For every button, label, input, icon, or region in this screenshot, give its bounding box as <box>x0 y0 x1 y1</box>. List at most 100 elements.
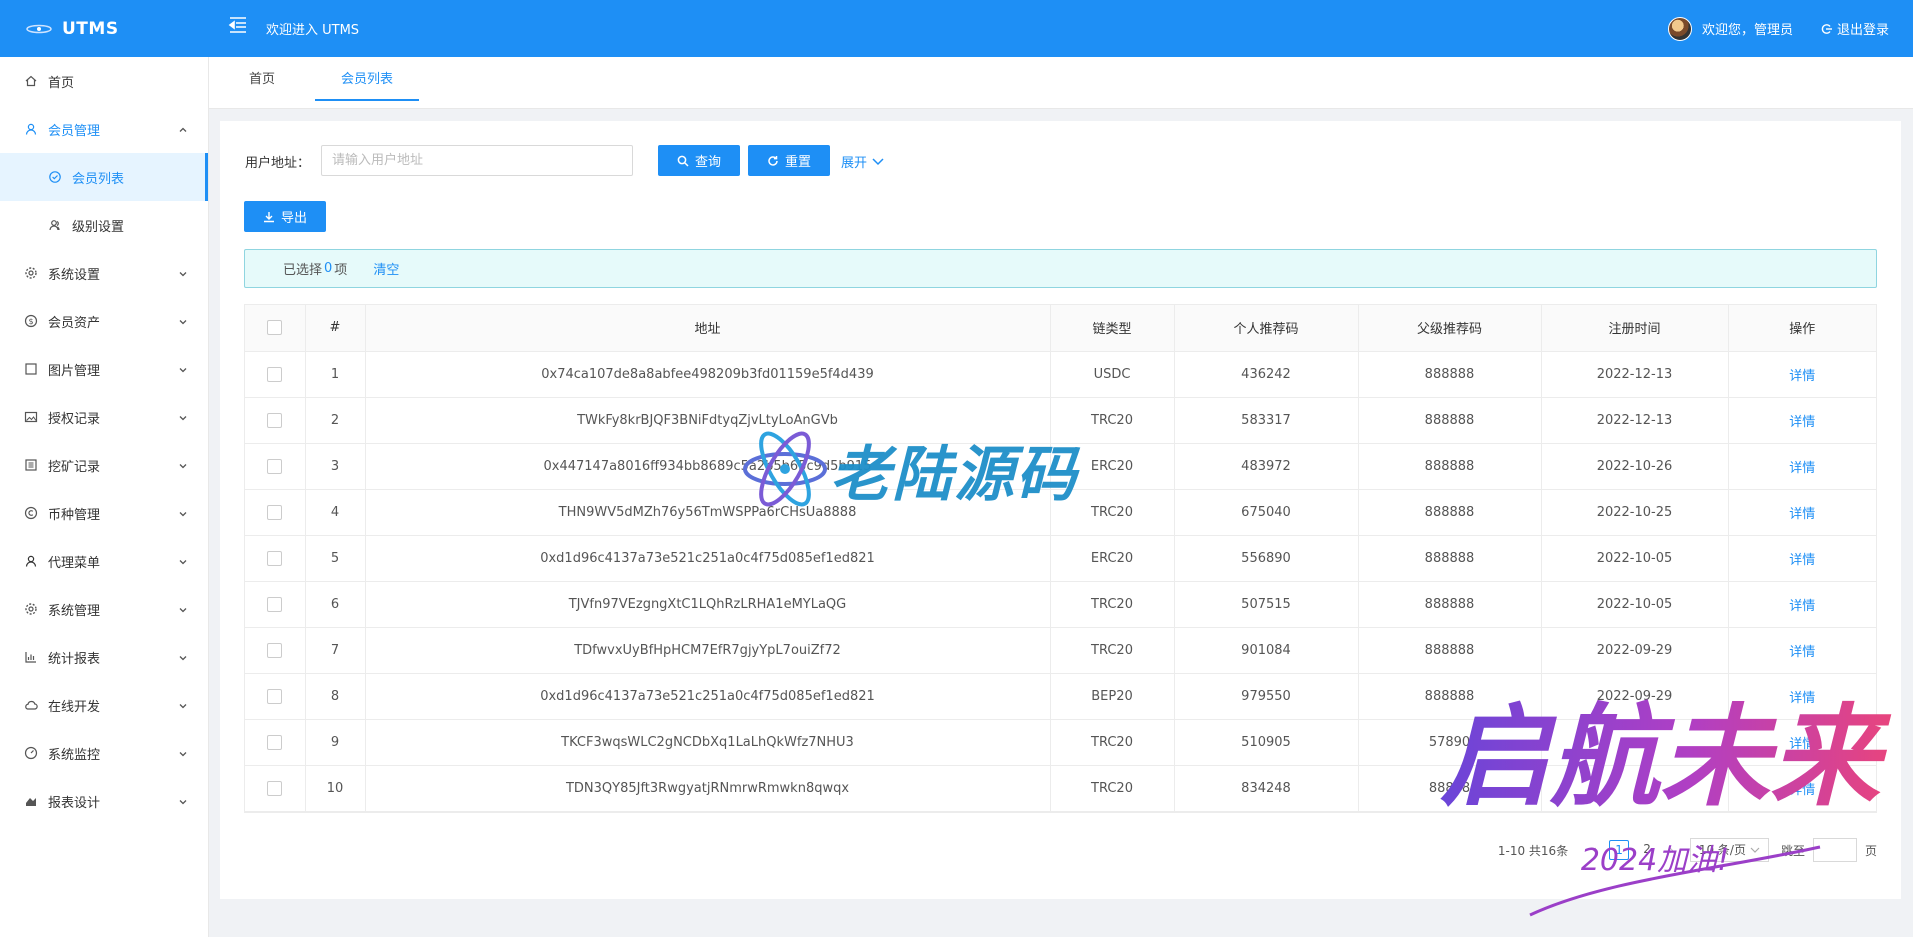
row-checkbox[interactable] <box>267 734 283 750</box>
detail-link[interactable]: 详情 <box>1789 507 1815 522</box>
col-header-date: 注册时间 <box>1541 305 1729 352</box>
image-icon <box>24 410 38 424</box>
row-checkbox-cell <box>245 765 306 812</box>
sidebar-item-label: 在线开发 <box>48 699 101 715</box>
row-parent-code: 888888 <box>1358 443 1542 490</box>
row-personal-code: 483972 <box>1174 443 1359 490</box>
header-user-area: 欢迎您，管理员 退出登录 <box>1667 0 1889 57</box>
greeting-text[interactable]: 欢迎您，管理员 <box>1702 19 1793 38</box>
row-checkbox[interactable] <box>267 596 283 612</box>
bar-chart-icon <box>24 650 38 664</box>
sidebar-item-6[interactable]: 图片管理 <box>0 345 208 393</box>
row-checkbox[interactable] <box>267 780 283 796</box>
query-button[interactable]: 查询 <box>658 145 740 176</box>
row-chain-type: TRC20 <box>1050 765 1175 812</box>
detail-link[interactable]: 详情 <box>1789 645 1815 660</box>
sidebar-item-label: 系统设置 <box>48 267 101 283</box>
sidebar-item-15[interactable]: 报表设计 <box>0 777 208 825</box>
col-header-address: 地址 <box>365 305 1051 352</box>
dashboard-icon <box>24 746 38 760</box>
row-action: 详情 <box>1728 489 1876 536</box>
expand-label: 展开 <box>841 156 868 171</box>
row-chain-type: USDC <box>1050 351 1175 398</box>
sidebar: 首页会员管理会员列表级别设置系统设置 $ 会员资产图片管理 授权记录挖矿记录币种管理代… <box>0 57 209 937</box>
tab-member-list[interactable]: 会员列表 <box>315 57 419 101</box>
row-index: 4 <box>305 489 366 536</box>
sidebar-item-1[interactable]: 会员管理 <box>0 105 208 153</box>
dollar-icon: $ <box>24 314 38 328</box>
logo[interactable]: UTMS <box>0 0 209 57</box>
avatar[interactable] <box>1667 16 1692 41</box>
top-header: UTMS 欢迎进入 UTMS 欢迎您，管理员 退出登录 <box>0 0 1913 57</box>
chevron-down-icon <box>178 700 188 710</box>
chevron-up-icon <box>178 124 188 134</box>
sidebar-item-11[interactable]: 系统管理 <box>0 585 208 633</box>
logo-text: UTMS <box>62 18 119 39</box>
sidebar-item-8[interactable]: 挖矿记录 <box>0 441 208 489</box>
logout-label: 退出登录 <box>1836 23 1889 38</box>
sidebar-item-label: 会员列表 <box>72 171 125 187</box>
tab-home[interactable]: 首页 <box>239 57 285 109</box>
detail-link[interactable]: 详情 <box>1789 553 1815 568</box>
sidebar-item-0[interactable]: 首页 <box>0 57 208 105</box>
gear-icon <box>24 602 38 616</box>
row-checkbox[interactable] <box>267 412 283 428</box>
cloud-icon <box>24 698 38 712</box>
square-icon <box>24 362 38 376</box>
row-checkbox-cell <box>245 719 306 766</box>
clear-selection-link[interactable]: 清空 <box>373 259 399 278</box>
sidebar-item-label: 挖矿记录 <box>48 459 101 475</box>
address-search-input[interactable] <box>321 145 633 176</box>
row-checkbox[interactable] <box>267 642 283 658</box>
sidebar-item-label: 统计报表 <box>48 651 101 667</box>
row-address: TDfwvxUyBfHpHCM7EfR7gjyYpL7ouiZf72 <box>365 627 1051 674</box>
export-button[interactable]: 导出 <box>244 201 326 232</box>
row-parent-code: 888888 <box>1358 581 1542 628</box>
sidebar-item-13[interactable]: 在线开发 <box>0 681 208 729</box>
sidebar-item-10[interactable]: 代理菜单 <box>0 537 208 585</box>
detail-link[interactable]: 详情 <box>1789 415 1815 430</box>
sidebar-item-9[interactable]: 币种管理 <box>0 489 208 537</box>
selection-prefix: 已选择 <box>283 263 323 278</box>
reset-button[interactable]: 重置 <box>748 145 830 176</box>
row-checkbox[interactable] <box>267 458 283 474</box>
watermark-corner: 启航未来 2024加油! <box>1440 692 1892 917</box>
sidebar-item-7[interactable]: 授权记录 <box>0 393 208 441</box>
detail-link[interactable]: 详情 <box>1789 369 1815 384</box>
detail-link[interactable]: 详情 <box>1789 461 1815 476</box>
row-register-date: 2022-10-05 <box>1541 535 1729 582</box>
logout-button[interactable]: 退出登录 <box>1821 19 1889 38</box>
sidebar-item-14[interactable]: 系统监控 <box>0 729 208 777</box>
sidebar-item-3[interactable]: 级别设置 <box>0 201 208 249</box>
row-index: 2 <box>305 397 366 444</box>
chevron-down-icon <box>178 652 188 662</box>
row-checkbox[interactable] <box>267 688 283 704</box>
sidebar-item-5[interactable]: $ 会员资产 <box>0 297 208 345</box>
sidebar-item-12[interactable]: 统计报表 <box>0 633 208 681</box>
gear-icon <box>24 266 38 280</box>
row-checkbox[interactable] <box>267 366 283 382</box>
detail-link[interactable]: 详情 <box>1789 599 1815 614</box>
reset-label: 重置 <box>784 155 811 170</box>
menu-fold-icon[interactable] <box>227 14 249 36</box>
user-icon <box>24 554 38 568</box>
col-header-chain: 链类型 <box>1050 305 1175 352</box>
chevron-down-icon <box>178 796 188 806</box>
sidebar-item-label: 会员管理 <box>48 123 101 139</box>
chevron-down-icon <box>178 556 188 566</box>
row-checkbox-cell <box>245 673 306 720</box>
select-all-checkbox[interactable] <box>267 320 283 336</box>
sidebar-item-2[interactable]: 会员列表 <box>0 153 208 201</box>
sidebar-item-4[interactable]: 系统设置 <box>0 249 208 297</box>
sidebar-item-label: 会员资产 <box>48 315 101 331</box>
row-checkbox[interactable] <box>267 550 283 566</box>
logout-icon <box>1821 23 1832 34</box>
row-register-date: 2022-10-26 <box>1541 443 1729 490</box>
col-header-index: # <box>305 305 366 352</box>
area-chart-icon <box>24 794 38 808</box>
row-personal-code: 834248 <box>1174 765 1359 812</box>
expand-toggle[interactable]: 展开 <box>841 152 885 171</box>
row-index: 10 <box>305 765 366 812</box>
table-header-row: # 地址 链类型 个人推荐码 父级推荐码 注册时间 操作 <box>245 305 1876 352</box>
row-checkbox[interactable] <box>267 504 283 520</box>
